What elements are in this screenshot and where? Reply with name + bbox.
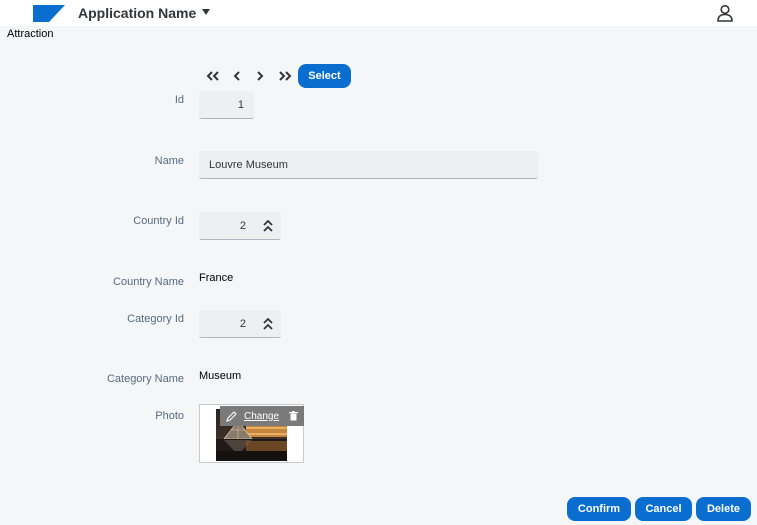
- id-field[interactable]: 1: [199, 91, 254, 119]
- id-label: Id: [174, 94, 184, 106]
- cancel-button[interactable]: Cancel: [635, 497, 692, 521]
- confirm-button[interactable]: Confirm: [567, 497, 631, 521]
- country-name-label: Country Name: [113, 276, 184, 288]
- stepper-icon[interactable]: [263, 220, 273, 232]
- photo-toolbar: Change: [220, 406, 304, 426]
- last-record-icon[interactable]: [276, 68, 294, 84]
- page-title: Attraction: [7, 28, 54, 40]
- change-photo-link[interactable]: Change: [244, 411, 279, 422]
- country-name-value: France: [199, 272, 234, 284]
- country-id-value: 2: [239, 219, 246, 232]
- app-title[interactable]: Application Name: [78, 5, 196, 21]
- country-id-stepper[interactable]: 2: [199, 212, 281, 240]
- pencil-icon[interactable]: [226, 410, 237, 422]
- shell-bar: Application Name: [0, 0, 757, 26]
- delete-button[interactable]: Delete: [696, 497, 751, 521]
- next-record-icon[interactable]: [251, 68, 269, 84]
- trash-icon[interactable]: [289, 411, 299, 421]
- name-field[interactable]: Louvre Museum: [199, 151, 538, 179]
- category-id-stepper[interactable]: 2: [199, 310, 281, 338]
- select-button[interactable]: Select: [298, 64, 351, 88]
- name-label: Name: [154, 155, 184, 167]
- country-id-label: Country Id: [133, 215, 184, 227]
- logo-icon[interactable]: [33, 5, 65, 22]
- previous-record-icon[interactable]: [228, 68, 246, 84]
- photo-uploader[interactable]: Change: [199, 404, 304, 463]
- photo-label: Photo: [155, 410, 184, 422]
- stepper-icon[interactable]: [263, 318, 273, 330]
- id-value: 1: [237, 98, 244, 111]
- category-name-label: Category Name: [106, 373, 184, 385]
- first-record-icon[interactable]: [204, 68, 222, 84]
- category-name-value: Museum: [199, 370, 242, 382]
- caret-down-icon[interactable]: [202, 9, 210, 15]
- user-icon[interactable]: [716, 4, 734, 22]
- category-id-value: 2: [239, 317, 246, 330]
- category-id-label: Category Id: [127, 313, 184, 325]
- name-value: Louvre Museum: [209, 158, 288, 171]
